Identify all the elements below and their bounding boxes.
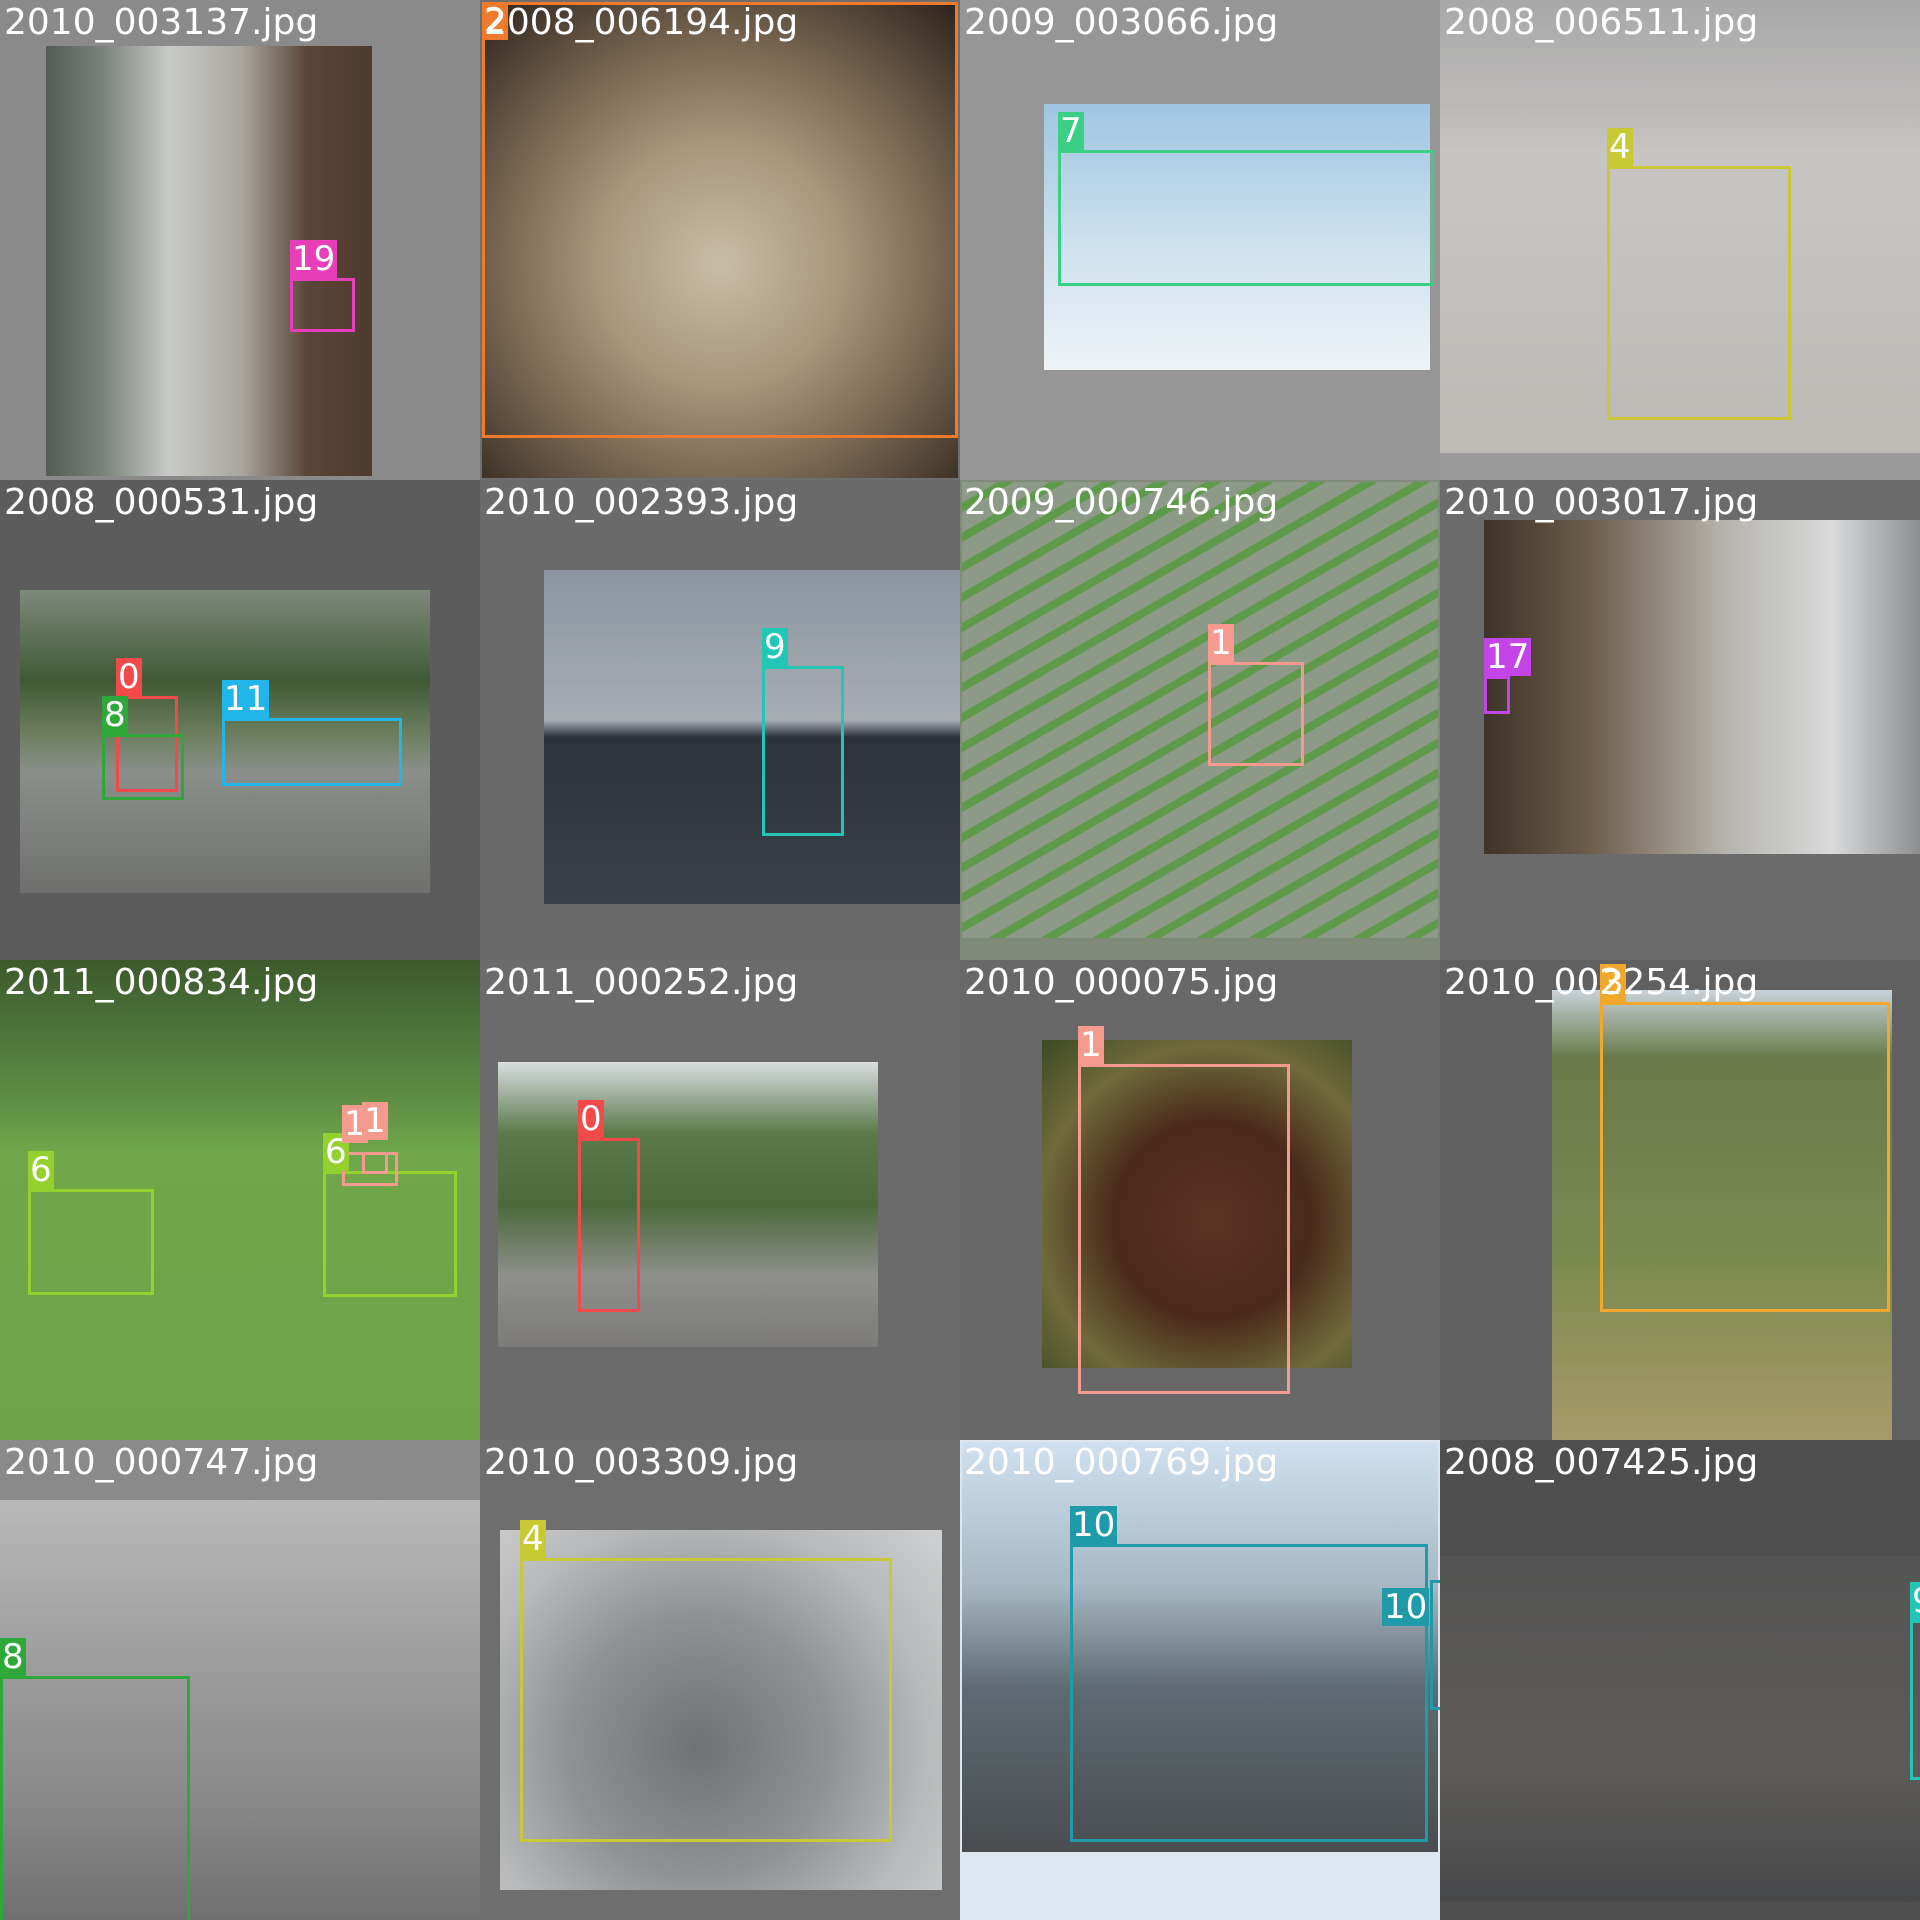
image-filename: 2010_000075.jpg — [964, 962, 1279, 1003]
bounding-box — [578, 1138, 640, 1312]
class-label: 0 — [578, 1099, 604, 1139]
sample-photo — [1440, 1556, 1920, 1902]
image-filename: 2011_000834.jpg — [4, 962, 319, 1003]
bounding-box — [482, 2, 958, 438]
bounding-box — [1484, 676, 1510, 714]
grid-cell: 1 2010_000075.jpg — [960, 960, 1440, 1440]
grid-cell: 4 2008_006511.jpg — [1440, 0, 1920, 480]
image-filename: 2008_006511.jpg — [1444, 2, 1759, 43]
image-filename: 2010_002393.jpg — [484, 482, 799, 523]
sample-photo — [544, 570, 960, 904]
bounding-box — [1078, 1064, 1290, 1394]
grid-cell: 0 2011_000252.jpg — [480, 960, 960, 1440]
grid-cell: 0 8 11 2008_000531.jpg — [0, 480, 480, 960]
grid-cell: 2 2008_006194.jpg — [480, 0, 960, 480]
image-filename: 2010_003137.jpg — [4, 2, 319, 43]
grid-cell: 17 2010_003017.jpg — [1440, 480, 1920, 960]
bounding-box — [1600, 1002, 1890, 1312]
class-label: 1 — [1078, 1025, 1104, 1065]
class-label: 10 — [1070, 1505, 1118, 1545]
image-filename: 2010_000769.jpg — [964, 1442, 1279, 1483]
class-label: 4 — [1607, 127, 1633, 167]
image-filename: 2008_000531.jpg — [4, 482, 319, 523]
bounding-box — [1430, 1580, 1440, 1710]
bounding-box — [0, 1676, 190, 1920]
bounding-box — [323, 1171, 457, 1297]
grid-cell: 3 2010_002254.jpg — [1440, 960, 1920, 1440]
bounding-box — [290, 278, 355, 332]
class-label: 11 — [222, 679, 270, 719]
image-grid: 19 2010_003137.jpg 2 2008_006194.jpg 7 2009_0… — [0, 0, 1920, 1920]
class-label: 10 — [1382, 1587, 1430, 1627]
image-filename: 2010_000747.jpg — [4, 1442, 319, 1483]
image-filename: 2008_007425.jpg — [1444, 1442, 1759, 1483]
grid-cell: 19 2010_003137.jpg — [0, 0, 480, 480]
bounding-box — [1607, 166, 1791, 420]
class-label: 4 — [520, 1519, 546, 1559]
grid-cell: 6 6 1 1 2011_000834.jpg — [0, 960, 480, 1440]
bounding-box — [1208, 662, 1304, 766]
class-label: 9 — [1910, 1582, 1920, 1620]
image-filename: 2010_003017.jpg — [1444, 482, 1759, 523]
bounding-box — [102, 734, 184, 800]
bounding-box — [520, 1558, 892, 1842]
image-filename: 2009_000746.jpg — [964, 482, 1279, 523]
bounding-box — [762, 666, 844, 836]
image-filename: 2008_006194.jpg — [484, 2, 799, 43]
bounding-box — [222, 718, 402, 786]
class-label: 6 — [28, 1150, 54, 1190]
class-label: 0 — [116, 657, 142, 697]
grid-cell: 8 2010_000747.jpg — [0, 1440, 480, 1920]
class-label: 9 — [762, 627, 788, 667]
class-label: 19 — [290, 239, 338, 279]
bounding-box — [1058, 150, 1434, 286]
class-label: 1 — [1208, 623, 1234, 663]
bounding-box — [28, 1189, 154, 1295]
grid-cell: 4 2010_003309.jpg — [480, 1440, 960, 1920]
grid-cell: 10 10 2010_000769.jpg — [960, 1440, 1440, 1920]
class-label: 7 — [1058, 111, 1084, 151]
class-label: 8 — [102, 695, 128, 735]
class-label: 1 — [362, 1101, 388, 1141]
image-filename: 2010_003309.jpg — [484, 1442, 799, 1483]
bounding-box — [362, 1152, 388, 1174]
grid-cell: 1 2009_000746.jpg — [960, 480, 1440, 960]
bounding-box — [1070, 1544, 1428, 1842]
sample-photo — [962, 482, 1438, 938]
grid-cell: 9 2008_007425.jpg — [1440, 1440, 1920, 1920]
bounding-box — [1910, 1620, 1920, 1780]
grid-cell: 7 2009_003066.jpg — [960, 0, 1440, 480]
image-filename: 2011_000252.jpg — [484, 962, 799, 1003]
class-label: 8 — [0, 1637, 26, 1677]
grid-cell: 9 2010_002393.jpg — [480, 480, 960, 960]
sample-photo — [1484, 520, 1920, 854]
class-label: 17 — [1484, 637, 1532, 677]
sample-photo — [498, 1062, 878, 1347]
image-filename: 2009_003066.jpg — [964, 2, 1279, 43]
image-filename: 2010_002254.jpg — [1444, 962, 1759, 1003]
